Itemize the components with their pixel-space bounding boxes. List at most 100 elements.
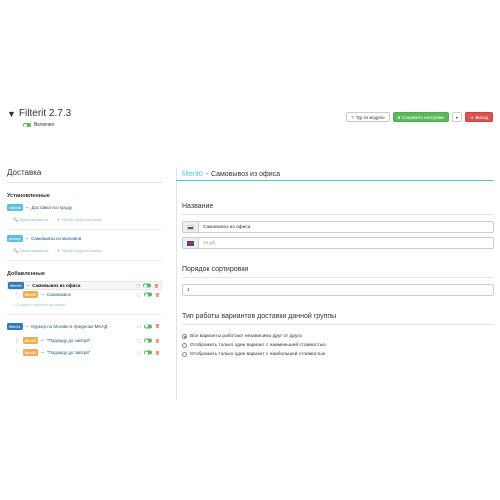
- list-item[interactable]: pickup – Самовывоз из магазина: [7, 234, 162, 243]
- toggle-icon[interactable]: [143, 324, 152, 328]
- mode-option[interactable]: Отображать только один вариант с наимень…: [182, 342, 494, 349]
- remove-mask-link[interactable]: ▼ Убрать код или маску: [57, 248, 102, 253]
- item-name[interactable]: Самовывоз из магазина: [31, 236, 81, 241]
- added-item[interactable]: └ filterit1 – "Подожду до завтра" ☐ 🗑: [15, 348, 162, 357]
- editor-name: Самовывоз из офиса: [210, 170, 281, 178]
- search-variant-link[interactable]: 🔍 Поиск варианта: [13, 217, 49, 222]
- divider: [7, 260, 162, 261]
- editor-code: filterit0: [182, 170, 203, 178]
- exit-button-label: Выход: [475, 114, 488, 120]
- name-ru-field[interactable]: Самовывоз из офиса: [182, 221, 494, 233]
- toggle-icon[interactable]: [143, 292, 152, 297]
- add-variant-label: Создать вариант доставки: [16, 302, 66, 307]
- mode-option[interactable]: Отображать только один вариант с наиболь…: [182, 351, 494, 358]
- radio-selected-icon[interactable]: [182, 334, 187, 339]
- added-item-selected[interactable]: filterit0 – Самовывоз из офиса ❐ 🗑: [7, 281, 162, 290]
- code-badge: filterit1: [7, 322, 23, 330]
- item-name[interactable]: Самовывоз: [47, 292, 71, 297]
- editor-title: filterit0 - Самовывоз из офиса: [176, 168, 494, 181]
- radio-icon[interactable]: [182, 352, 187, 357]
- copy-icon[interactable]: ☐: [137, 292, 141, 297]
- name-ru-value: Самовывоз из офиса: [203, 224, 251, 230]
- code-badge: filterit0: [8, 282, 24, 289]
- trash-icon[interactable]: 🗑: [154, 283, 159, 288]
- name-en-field[interactable]: en-gb: [182, 237, 494, 249]
- tree-branch-icon: └: [15, 349, 19, 356]
- exit-icon: ➜: [469, 114, 474, 120]
- save-dropdown-button[interactable]: ▾: [451, 112, 462, 122]
- added-item[interactable]: ├ filterit0 – "Подожду до завтра" ☐ 🗑: [15, 336, 162, 345]
- copy-icon[interactable]: ☐: [137, 350, 141, 355]
- code-badge: filterit0: [22, 337, 39, 344]
- copy-icon[interactable]: ☐: [137, 338, 141, 343]
- question-icon: ?: [351, 114, 354, 120]
- tree-branch-icon: └: [15, 291, 19, 298]
- remove-mask-label: Убрать код или маску: [61, 217, 102, 222]
- enabled-toggle-icon[interactable]: [23, 123, 31, 127]
- module-status: Включен: [23, 122, 54, 128]
- remove-mask-link[interactable]: ▼ Убрать код или маску: [57, 217, 102, 222]
- item-name[interactable]: Доставка по городу: [32, 205, 73, 210]
- added-item[interactable]: └ filterit0 – Самовывоз ☐ 🗑: [15, 290, 162, 299]
- toggle-icon[interactable]: [143, 338, 152, 343]
- added-item[interactable]: filterit1 – Курьер по Москве в пределах …: [7, 319, 162, 333]
- filter-icon: ▼: [7, 108, 16, 119]
- sidebar-heading: Доставка: [7, 168, 162, 183]
- sort-order-field[interactable]: 1: [182, 284, 494, 296]
- mode-option-label: Отображать только один вариант с наимень…: [190, 343, 326, 348]
- item-controls: ☐ 🗑: [137, 350, 160, 355]
- tour-button-label: Тур по модулю: [355, 114, 385, 120]
- item-actions: 🔍 Поиск варианта ▼ Убрать код или маску: [13, 248, 162, 253]
- search-variant-link[interactable]: 🔍 Поиск варианта: [13, 248, 49, 253]
- floppy-icon: ■: [397, 114, 401, 120]
- divider: [182, 324, 494, 325]
- toggle-icon[interactable]: [142, 283, 151, 288]
- caret-down-icon: ▾: [455, 114, 458, 120]
- gb-flag-icon: [183, 238, 199, 248]
- code-badge: pickup: [7, 235, 23, 242]
- item-actions: 🔍 Поиск варианта ▼ Убрать код или маску: [13, 217, 162, 222]
- add-variant-link[interactable]: + Создать вариант доставки: [13, 302, 162, 307]
- ru-flag-icon: [183, 222, 199, 232]
- item-controls: ☐ 🗑: [137, 292, 160, 297]
- trash-icon[interactable]: 🗑: [155, 350, 160, 355]
- copy-icon[interactable]: ☐: [137, 324, 141, 329]
- dash: –: [41, 350, 44, 355]
- mode-option-label: Все варианты работают независимо друг от…: [190, 334, 302, 339]
- shipping-sidebar: Доставка Установленные citylink – Достав…: [7, 168, 162, 357]
- item-name[interactable]: Самовывоз из офиса: [32, 283, 80, 288]
- divider: [7, 229, 162, 230]
- radio-icon[interactable]: [182, 343, 187, 348]
- variant-editor: filterit0 - Самовывоз из офиса Название …: [176, 168, 494, 360]
- mode-option-label: Отображать только один вариант с наиболь…: [190, 352, 326, 357]
- dash: –: [26, 283, 30, 288]
- sort-label: Порядок сортировки: [182, 266, 249, 273]
- added-title: Добавленные: [7, 271, 45, 277]
- trash-icon[interactable]: 🗑: [155, 338, 160, 343]
- tour-button[interactable]: ? Тур по модулю: [346, 112, 390, 122]
- trash-icon[interactable]: 🗑: [155, 324, 160, 329]
- code-badge: citylink: [7, 204, 24, 211]
- exit-button[interactable]: ➜ Выход: [464, 112, 493, 122]
- dash: –: [41, 292, 44, 297]
- code-badge: filterit0: [22, 291, 39, 298]
- toggle-icon[interactable]: [143, 350, 152, 355]
- dash: –: [25, 236, 29, 241]
- item-name[interactable]: "Подожду до завтра": [47, 338, 90, 343]
- divider: [7, 314, 162, 315]
- dash: –: [26, 205, 29, 210]
- remove-mask-label: Убрать код или маску: [61, 248, 102, 253]
- mode-option[interactable]: Все варианты работают независимо друг от…: [182, 333, 494, 340]
- trash-icon[interactable]: 🗑: [155, 292, 160, 297]
- name-label: Название: [182, 203, 214, 210]
- header-buttons: ? Тур по модулю ■ Сохранить настройки ▾ …: [346, 112, 493, 122]
- item-controls: ❐ 🗑: [136, 283, 159, 288]
- item-name[interactable]: "Подожду до завтра": [47, 350, 90, 355]
- copy-icon[interactable]: ❐: [136, 283, 140, 288]
- save-button[interactable]: ■ Сохранить настройки: [392, 112, 449, 122]
- search-variant-label: Поиск варианта: [19, 248, 49, 253]
- item-name[interactable]: Курьер по Москве в пределах МКАД: [31, 324, 107, 329]
- item-controls: ☐ 🗑: [137, 324, 160, 329]
- divider: [182, 277, 494, 278]
- list-item[interactable]: citylink – Доставка по городу: [7, 203, 162, 212]
